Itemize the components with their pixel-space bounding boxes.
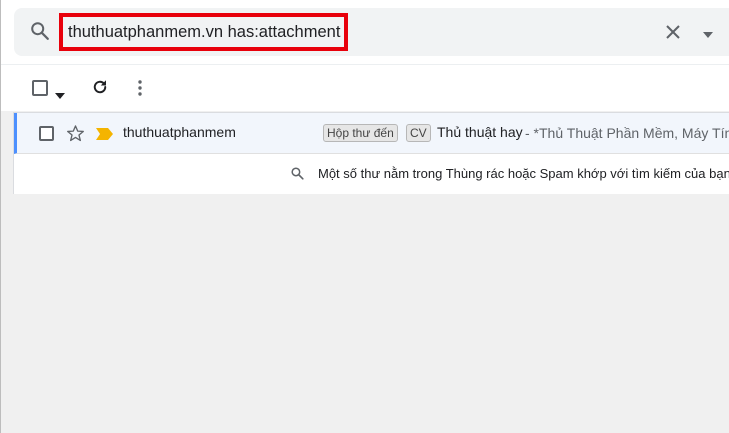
spam-trash-notice: Một số thư nằm trong Thùng rác hoặc Spam… [14, 154, 729, 194]
important-marker-icon[interactable] [96, 127, 113, 140]
notice-text[interactable]: Một số thư nằm trong Thùng rác hoặc Spam… [318, 166, 729, 181]
chevron-down-icon[interactable] [701, 27, 715, 38]
search-input[interactable]: thuthuatphanmem.vn has:attachment [59, 13, 348, 51]
search-icon[interactable] [29, 20, 51, 42]
search-header: thuthuatphanmem.vn has:attachment [1, 0, 729, 64]
select-menu-caret-icon[interactable] [55, 86, 65, 99]
mail-list: thuthuatphanmem Hộp thư đến CV Thủ thuật… [13, 112, 729, 194]
toolbar [1, 64, 729, 111]
mail-snippet: - *Thủ Thuật Phần Mềm, Máy Tính [525, 125, 729, 141]
star-icon[interactable] [66, 124, 85, 143]
mail-subject: Thủ thuật hay [437, 124, 523, 140]
select-all-checkbox[interactable] [32, 80, 48, 96]
mail-sender: thuthuatphanmem [123, 124, 236, 140]
label-chip-inbox[interactable]: Hộp thư đến [323, 124, 398, 142]
search-query-text: thuthuatphanmem.vn has:attachment [68, 22, 341, 41]
refresh-icon[interactable] [91, 78, 109, 96]
close-icon[interactable] [663, 22, 683, 42]
row-checkbox[interactable] [39, 126, 54, 141]
mail-row[interactable]: thuthuatphanmem Hộp thư đến CV Thủ thuật… [14, 113, 729, 154]
more-vert-icon[interactable] [136, 78, 144, 98]
label-chip-cv[interactable]: CV [406, 124, 431, 142]
search-icon [290, 166, 305, 181]
